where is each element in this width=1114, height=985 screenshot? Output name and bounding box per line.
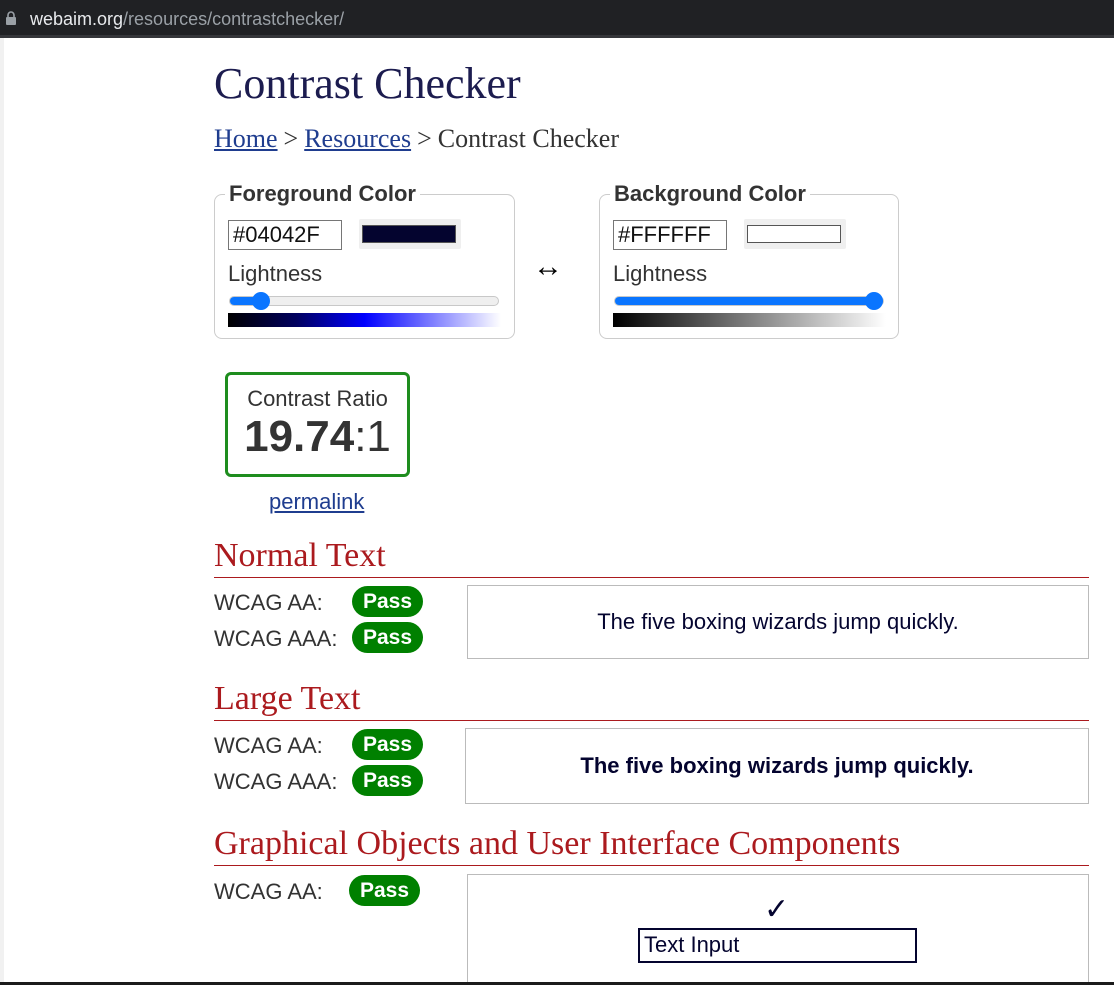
lock-icon xyxy=(6,11,16,25)
large-text-heading: Large Text xyxy=(214,680,361,717)
background-swatch xyxy=(747,225,841,243)
normal-aa-label: WCAG AA: xyxy=(214,590,323,615)
contrast-ratio-value: 19.74:1 xyxy=(228,412,407,462)
section-divider xyxy=(214,577,1089,578)
contrast-ratio-number: 19.74 xyxy=(244,412,355,461)
contrast-ratio-box: Contrast Ratio 19.74:1 xyxy=(225,372,410,477)
breadcrumb-current: Contrast Checker xyxy=(437,124,619,153)
background-slider-fill xyxy=(615,297,883,305)
background-lightness-slider[interactable] xyxy=(614,292,884,310)
large-aaa-label: WCAG AAA: xyxy=(214,769,338,794)
url-text[interactable]: webaim.org/resources/contrastchecker/ xyxy=(30,9,344,30)
contrast-ratio-suffix: :1 xyxy=(354,412,391,461)
graphical-objects-heading: Graphical Objects and User Interface Com… xyxy=(214,825,901,862)
page-left-edge xyxy=(0,38,4,985)
foreground-swatch xyxy=(362,225,456,243)
background-color-picker[interactable] xyxy=(744,219,846,249)
section-divider xyxy=(214,720,1089,721)
foreground-color-picker[interactable] xyxy=(359,219,461,249)
background-color-panel: Background Color Lightness xyxy=(599,181,899,339)
swap-colors-icon[interactable]: ↔ xyxy=(533,250,563,284)
background-slider-thumb[interactable] xyxy=(865,292,883,310)
checkmark-icon: ✓ xyxy=(764,893,790,926)
breadcrumb-separator: > xyxy=(283,124,299,153)
sample-text-input[interactable]: Text Input xyxy=(638,928,917,963)
normal-aaa-pass-badge: Pass xyxy=(352,622,424,653)
foreground-lightness-slider[interactable] xyxy=(229,292,499,310)
foreground-lightness-label: Lightness xyxy=(228,261,323,286)
normal-aaa-label: WCAG AAA: xyxy=(214,626,338,651)
large-aa-pass-badge: Pass xyxy=(352,729,424,760)
page-title: Contrast Checker xyxy=(214,59,521,108)
url-host: webaim.org xyxy=(30,9,124,29)
breadcrumb-resources-link[interactable]: Resources xyxy=(304,124,411,153)
graphical-aa-label: WCAG AA: xyxy=(214,879,323,904)
foreground-color-panel: Foreground Color Lightness xyxy=(214,181,515,339)
background-legend: Background Color xyxy=(610,181,810,207)
foreground-slider-thumb[interactable] xyxy=(251,292,270,310)
normal-text-sample: The five boxing wizards jump quickly. xyxy=(467,585,1089,659)
url-path: /resources/contrastchecker/ xyxy=(123,9,345,29)
browser-address-bar[interactable]: webaim.org/resources/contrastchecker/ xyxy=(0,0,1114,38)
large-text-sample: The five boxing wizards jump quickly. xyxy=(465,728,1089,804)
background-hex-input[interactable] xyxy=(613,220,727,250)
breadcrumb: Home > Resources > Contrast Checker xyxy=(214,124,619,154)
contrast-ratio-label: Contrast Ratio xyxy=(247,386,388,411)
large-aaa-pass-badge: Pass xyxy=(352,765,424,796)
background-lightness-label: Lightness xyxy=(613,261,708,286)
permalink-link[interactable]: permalink xyxy=(269,489,364,515)
foreground-legend: Foreground Color xyxy=(225,181,420,207)
normal-aa-pass-badge: Pass xyxy=(352,586,424,617)
normal-text-heading: Normal Text xyxy=(214,537,386,574)
background-lightness-gradient xyxy=(613,313,886,327)
graphical-aa-pass-badge: Pass xyxy=(349,875,421,906)
foreground-hex-input[interactable] xyxy=(228,220,342,250)
section-divider xyxy=(214,865,1089,866)
breadcrumb-separator: > xyxy=(417,124,432,153)
large-aa-label: WCAG AA: xyxy=(214,733,323,758)
foreground-lightness-gradient xyxy=(228,313,501,327)
breadcrumb-home-link[interactable]: Home xyxy=(214,124,278,153)
